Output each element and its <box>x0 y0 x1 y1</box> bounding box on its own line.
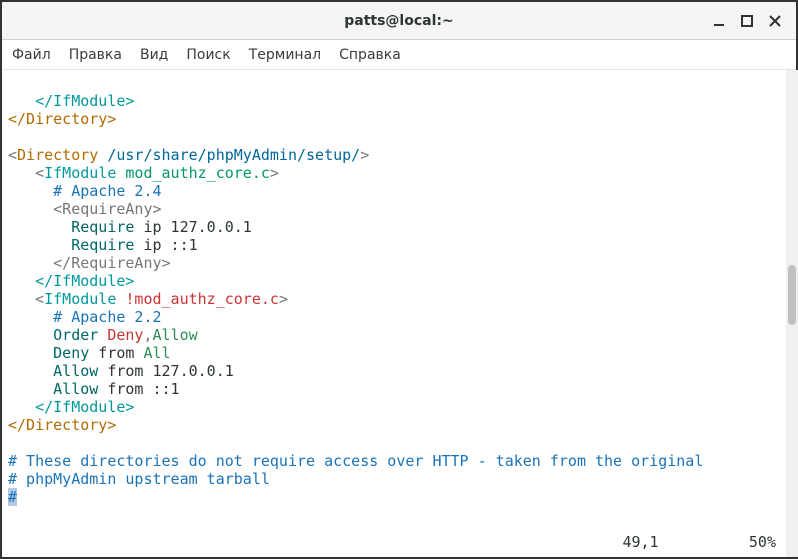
code-comment: # Apache 2.4 <box>53 182 161 200</box>
code-token: IfModule <box>44 164 116 182</box>
code-token: Directory <box>17 146 98 164</box>
window-controls <box>712 2 790 39</box>
code-token: Allow <box>53 362 98 380</box>
code-token: mod_authz_core.c <box>125 164 270 182</box>
code-token: , <box>143 326 152 344</box>
menu-edit[interactable]: Правка <box>69 47 122 63</box>
code-token: </IfModule> <box>35 272 134 290</box>
cursor-position: 49,1 <box>622 533 658 551</box>
menu-view[interactable]: Вид <box>140 47 168 63</box>
code-comment: # Apache 2.2 <box>53 308 161 326</box>
code-token: Deny <box>53 344 89 362</box>
code-token: from <box>89 344 143 362</box>
code-token: from 127.0.0.1 <box>98 362 233 380</box>
code-token: ip ::1 <box>134 236 197 254</box>
menu-help[interactable]: Справка <box>339 47 401 63</box>
titlebar: patts@local:~ <box>2 2 796 40</box>
code-line: </Directory> <box>8 110 116 128</box>
code-token: Allow <box>153 326 198 344</box>
scrollbar-thumb[interactable] <box>788 265 796 325</box>
terminal-content[interactable]: </IfModule> </Directory> <Directory /usr… <box>2 70 796 555</box>
menu-file[interactable]: Файл <box>12 47 51 63</box>
close-icon[interactable] <box>768 14 782 28</box>
maximize-icon[interactable] <box>740 14 754 28</box>
scrollbar[interactable] <box>786 70 798 557</box>
code-token: IfModule <box>44 290 116 308</box>
code-token: </Directory> <box>8 416 116 434</box>
menu-search[interactable]: Поиск <box>186 47 230 63</box>
code-token: Require <box>71 236 134 254</box>
code-token: Allow <box>53 380 98 398</box>
code-token: <RequireAny> <box>53 200 161 218</box>
code-token: All <box>143 344 170 362</box>
minimize-icon[interactable] <box>712 14 726 28</box>
menu-terminal[interactable]: Терминал <box>249 47 321 63</box>
code-line: </IfModule> <box>35 92 134 110</box>
code-token: Require <box>71 218 134 236</box>
code-token: /usr/share/phpMyAdmin/setup/ <box>107 146 360 164</box>
code-token: </IfModule> <box>35 398 134 416</box>
code-token: Order <box>53 326 98 344</box>
code-comment: # phpMyAdmin upstream tarball <box>8 470 270 488</box>
code-token: !mod_authz_core.c <box>125 290 279 308</box>
scroll-percent: 50% <box>749 533 776 551</box>
vim-statusline: 49,1 50% <box>622 533 776 551</box>
cursor-icon: # <box>8 488 17 506</box>
code-token: from ::1 <box>98 380 179 398</box>
code-comment: # These directories do not require acces… <box>8 452 703 470</box>
window-title: patts@local:~ <box>344 13 453 29</box>
code-token: ip 127.0.0.1 <box>134 218 251 236</box>
menubar: Файл Правка Вид Поиск Терминал Справка <box>2 40 796 70</box>
code-token: Deny <box>107 326 143 344</box>
code-token: </RequireAny> <box>53 254 170 272</box>
